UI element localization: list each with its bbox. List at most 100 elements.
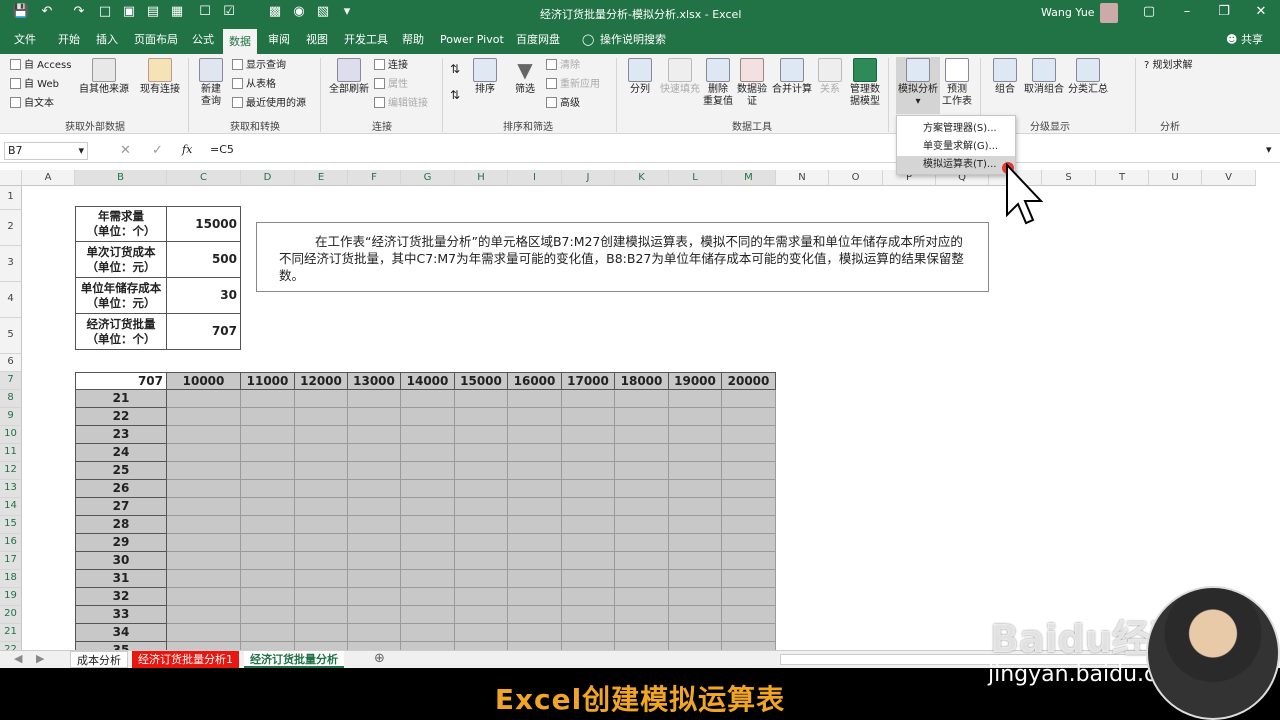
result-cell[interactable]	[669, 498, 722, 516]
column-header-B[interactable]: B	[75, 170, 167, 186]
cost-row-cell[interactable]: 25	[75, 462, 167, 480]
result-cell[interactable]	[455, 498, 508, 516]
result-cell[interactable]	[401, 588, 455, 606]
result-cell[interactable]	[508, 390, 562, 408]
user-name[interactable]: Wang Yue	[1041, 6, 1095, 19]
result-cell[interactable]	[401, 642, 455, 650]
connections-button[interactable]: 连接	[374, 59, 408, 73]
row-header-17[interactable]: 17	[0, 552, 22, 570]
result-cell[interactable]	[241, 606, 295, 624]
solver-button[interactable]: ? 规划求解	[1144, 59, 1193, 73]
recent-sources-button[interactable]: 最近使用的源	[232, 97, 306, 111]
demand-header-cell[interactable]: 15000	[455, 372, 508, 390]
result-cell[interactable]	[455, 552, 508, 570]
result-cell[interactable]	[348, 534, 401, 552]
result-cell[interactable]	[615, 534, 669, 552]
result-cell[interactable]	[722, 552, 776, 570]
result-cell[interactable]	[401, 390, 455, 408]
clear-format-icon[interactable]: ▦	[168, 4, 186, 19]
result-cell[interactable]	[167, 624, 241, 642]
result-cell[interactable]	[615, 426, 669, 444]
result-cell[interactable]	[508, 588, 562, 606]
result-cell[interactable]	[401, 480, 455, 498]
result-cell[interactable]	[455, 408, 508, 426]
show-queries-button[interactable]: 显示查询	[232, 59, 286, 73]
name-box-dropdown-icon[interactable]: ▾	[78, 143, 84, 159]
undo-icon[interactable]: ↶	[38, 4, 56, 19]
consolidate-button[interactable]: 合并计算	[770, 58, 814, 96]
demand-header-cell[interactable]: 20000	[722, 372, 776, 390]
demand-header-cell[interactable]: 12000	[295, 372, 348, 390]
result-cell[interactable]	[348, 426, 401, 444]
result-cell[interactable]	[722, 480, 776, 498]
result-cell[interactable]	[401, 426, 455, 444]
cost-row-cell[interactable]: 33	[75, 606, 167, 624]
sort-az-icon[interactable]: ⇅	[450, 62, 460, 76]
result-cell[interactable]	[295, 426, 348, 444]
result-cell[interactable]	[295, 552, 348, 570]
from-text-button[interactable]: 自文本	[10, 97, 54, 111]
result-cell[interactable]	[669, 624, 722, 642]
row-header-1[interactable]: 1	[0, 186, 22, 210]
flash-fill-button[interactable]: 快速填充	[658, 58, 702, 96]
from-web-button[interactable]: 自 Web	[10, 78, 59, 92]
row-header-18[interactable]: 18	[0, 570, 22, 588]
result-cell[interactable]	[615, 624, 669, 642]
result-cell[interactable]	[562, 462, 615, 480]
column-header-V[interactable]: V	[1202, 170, 1256, 186]
result-cell[interactable]	[167, 552, 241, 570]
column-header-L[interactable]: L	[669, 170, 722, 186]
result-cell[interactable]	[401, 498, 455, 516]
cost-row-cell[interactable]: 29	[75, 534, 167, 552]
sheet-tab-eoq[interactable]: 经济订货批量分析	[244, 651, 344, 668]
cost-row-cell[interactable]: 32	[75, 588, 167, 606]
column-header-G[interactable]: G	[401, 170, 455, 186]
open-icon[interactable]: ▣	[120, 4, 138, 19]
tab-data[interactable]: 数据	[223, 29, 257, 54]
row-header-10[interactable]: 10	[0, 426, 22, 444]
result-cell[interactable]	[455, 624, 508, 642]
result-cell[interactable]	[562, 516, 615, 534]
result-cell[interactable]	[167, 570, 241, 588]
refresh-all-button[interactable]: 全部刷新	[326, 58, 372, 96]
cost-row-cell[interactable]: 21	[75, 390, 167, 408]
result-cell[interactable]	[669, 534, 722, 552]
result-cell[interactable]	[348, 516, 401, 534]
row-header-8[interactable]: 8	[0, 390, 22, 408]
prev-sheet-icon[interactable]: ◀	[14, 652, 22, 665]
comment-icon[interactable]: ☐	[196, 4, 214, 19]
cost-row-cell[interactable]: 23	[75, 426, 167, 444]
result-cell[interactable]	[241, 480, 295, 498]
column-header-U[interactable]: U	[1149, 170, 1202, 186]
result-cell[interactable]	[722, 570, 776, 588]
result-cell[interactable]	[562, 390, 615, 408]
result-cell[interactable]	[295, 480, 348, 498]
result-cell[interactable]	[722, 588, 776, 606]
row-header-2[interactable]: 2	[0, 210, 22, 246]
row-header-14[interactable]: 14	[0, 498, 22, 516]
tab-developer[interactable]: 开发工具	[338, 26, 394, 54]
result-cell[interactable]	[508, 426, 562, 444]
row-header-13[interactable]: 13	[0, 480, 22, 498]
result-cell[interactable]	[669, 588, 722, 606]
column-header-M[interactable]: M	[722, 170, 776, 186]
result-cell[interactable]	[401, 606, 455, 624]
result-cell[interactable]	[295, 534, 348, 552]
manage-data-model-button[interactable]: 管理数 据模型	[848, 58, 882, 108]
menu-item-scenario-manager[interactable]: 方案管理器(S)...	[897, 120, 1015, 138]
result-cell[interactable]	[669, 462, 722, 480]
result-cell[interactable]	[508, 516, 562, 534]
save-icon[interactable]: 💾	[12, 4, 30, 19]
column-header-S[interactable]: S	[1042, 170, 1096, 186]
result-cell[interactable]	[669, 642, 722, 650]
result-cell[interactable]	[722, 498, 776, 516]
cost-row-cell[interactable]: 24	[75, 444, 167, 462]
restore-icon[interactable]: ❐	[1215, 4, 1233, 19]
minimize-icon[interactable]: –	[1178, 4, 1196, 19]
reapply-button[interactable]: 重新应用	[546, 78, 600, 92]
tell-me-search[interactable]: 操作说明搜索	[594, 26, 672, 54]
row-header-19[interactable]: 19	[0, 588, 22, 606]
redo-icon[interactable]: ↷	[70, 4, 88, 19]
result-cell[interactable]	[455, 462, 508, 480]
result-cell[interactable]	[508, 462, 562, 480]
